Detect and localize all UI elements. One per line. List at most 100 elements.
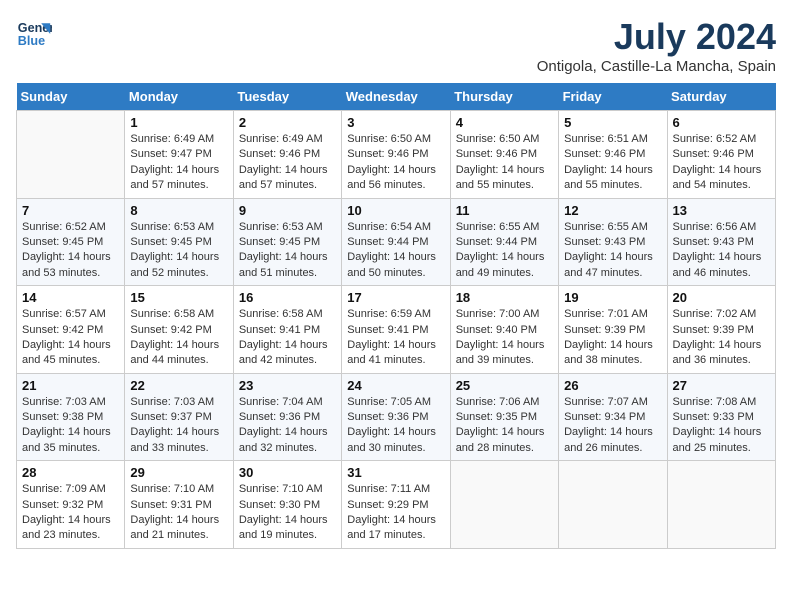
calendar-cell: 21 Sunrise: 7:03 AM Sunset: 9:38 PM Dayli… (17, 373, 125, 461)
calendar-cell: 31 Sunrise: 7:11 AM Sunset: 9:29 PM Dayli… (342, 461, 450, 549)
day-number: 26 (564, 378, 661, 393)
calendar-cell: 17Sunrise: 6:59 AM Sunset: 9:41 PM Dayli… (342, 286, 450, 374)
day-number: 19 (564, 290, 661, 305)
day-info: Sunrise: 7:03 AM Sunset: 9:38 PM Dayligh… (22, 395, 119, 457)
header-wednesday: Wednesday (342, 83, 450, 111)
day-info: Sunrise: 7:11 AM Sunset: 9:29 PM Dayligh… (347, 482, 444, 544)
day-info: Sunrise: 7:04 AM Sunset: 9:36 PM Dayligh… (239, 395, 336, 457)
svg-text:Blue: Blue (18, 34, 45, 48)
calendar-cell: 23 Sunrise: 7:04 AM Sunset: 9:36 PM Dayli… (233, 373, 341, 461)
calendar-header-row: SundayMondayTuesdayWednesdayThursdayFrid… (17, 83, 776, 111)
day-info: Sunrise: 6:49 AM Sunset: 9:47 PM Dayligh… (130, 132, 227, 194)
header-tuesday: Tuesday (233, 83, 341, 111)
calendar-cell: 30 Sunrise: 7:10 AM Sunset: 9:30 PM Dayli… (233, 461, 341, 549)
day-info: Sunrise: 6:59 AM Sunset: 9:41 PM Dayligh… (347, 307, 444, 369)
day-info: Sunrise: 6:52 AM Sunset: 9:46 PM Dayligh… (673, 132, 770, 194)
header-monday: Monday (125, 83, 233, 111)
day-number: 2 (239, 115, 336, 130)
day-info: Sunrise: 6:53 AM Sunset: 9:45 PM Dayligh… (239, 220, 336, 282)
week-row-5: 28 Sunrise: 7:09 AM Sunset: 9:32 PM Dayli… (17, 461, 776, 549)
day-info: Sunrise: 7:01 AM Sunset: 9:39 PM Dayligh… (564, 307, 661, 369)
day-number: 23 (239, 378, 336, 393)
day-number: 18 (456, 290, 553, 305)
calendar-cell: 26 Sunrise: 7:07 AM Sunset: 9:34 PM Dayli… (559, 373, 667, 461)
week-row-2: 7Sunrise: 6:52 AM Sunset: 9:45 PM Daylig… (17, 198, 776, 286)
calendar-body: 1 Sunrise: 6:49 AM Sunset: 9:47 PM Daylig… (17, 111, 776, 549)
header-friday: Friday (559, 83, 667, 111)
day-number: 5 (564, 115, 661, 130)
day-number: 20 (673, 290, 770, 305)
calendar-cell: 19 Sunrise: 7:01 AM Sunset: 9:39 PM Dayli… (559, 286, 667, 374)
week-row-4: 21 Sunrise: 7:03 AM Sunset: 9:38 PM Dayli… (17, 373, 776, 461)
calendar-cell (559, 461, 667, 549)
day-info: Sunrise: 6:51 AM Sunset: 9:46 PM Dayligh… (564, 132, 661, 194)
calendar-cell: 11 Sunrise: 6:55 AM Sunset: 9:44 PM Dayli… (450, 198, 558, 286)
calendar-cell: 5 Sunrise: 6:51 AM Sunset: 9:46 PM Daylig… (559, 111, 667, 199)
day-number: 8 (130, 203, 227, 218)
calendar-cell: 1 Sunrise: 6:49 AM Sunset: 9:47 PM Daylig… (125, 111, 233, 199)
day-number: 30 (239, 465, 336, 480)
calendar-cell: 3Sunrise: 6:50 AM Sunset: 9:46 PM Daylig… (342, 111, 450, 199)
day-info: Sunrise: 7:09 AM Sunset: 9:32 PM Dayligh… (22, 482, 119, 544)
day-info: Sunrise: 7:10 AM Sunset: 9:30 PM Dayligh… (239, 482, 336, 544)
calendar-cell: 10Sunrise: 6:54 AM Sunset: 9:44 PM Dayli… (342, 198, 450, 286)
day-number: 29 (130, 465, 227, 480)
calendar-cell: 7Sunrise: 6:52 AM Sunset: 9:45 PM Daylig… (17, 198, 125, 286)
calendar-cell: 18 Sunrise: 7:00 AM Sunset: 9:40 PM Dayli… (450, 286, 558, 374)
day-number: 1 (130, 115, 227, 130)
day-number: 31 (347, 465, 444, 480)
calendar-cell: 9 Sunrise: 6:53 AM Sunset: 9:45 PM Daylig… (233, 198, 341, 286)
logo: General Blue (16, 16, 52, 52)
day-number: 15 (130, 290, 227, 305)
day-number: 27 (673, 378, 770, 393)
logo-icon: General Blue (16, 16, 52, 52)
day-info: Sunrise: 6:58 AM Sunset: 9:41 PM Dayligh… (239, 307, 336, 369)
day-info: Sunrise: 6:49 AM Sunset: 9:46 PM Dayligh… (239, 132, 336, 194)
main-title: July 2024 (537, 16, 776, 58)
day-number: 13 (673, 203, 770, 218)
day-info: Sunrise: 7:00 AM Sunset: 9:40 PM Dayligh… (456, 307, 553, 369)
calendar-cell: 6Sunrise: 6:52 AM Sunset: 9:46 PM Daylig… (667, 111, 775, 199)
day-info: Sunrise: 7:06 AM Sunset: 9:35 PM Dayligh… (456, 395, 553, 457)
header-saturday: Saturday (667, 83, 775, 111)
calendar-cell: 13 Sunrise: 6:56 AM Sunset: 9:43 PM Dayli… (667, 198, 775, 286)
calendar-cell (450, 461, 558, 549)
calendar-cell: 8 Sunrise: 6:53 AM Sunset: 9:45 PM Daylig… (125, 198, 233, 286)
calendar-cell: 28 Sunrise: 7:09 AM Sunset: 9:32 PM Dayli… (17, 461, 125, 549)
day-info: Sunrise: 6:53 AM Sunset: 9:45 PM Dayligh… (130, 220, 227, 282)
day-info: Sunrise: 6:50 AM Sunset: 9:46 PM Dayligh… (456, 132, 553, 194)
calendar-cell (17, 111, 125, 199)
day-info: Sunrise: 7:10 AM Sunset: 9:31 PM Dayligh… (130, 482, 227, 544)
calendar-table: SundayMondayTuesdayWednesdayThursdayFrid… (16, 83, 776, 549)
day-info: Sunrise: 7:08 AM Sunset: 9:33 PM Dayligh… (673, 395, 770, 457)
calendar-cell: 25 Sunrise: 7:06 AM Sunset: 9:35 PM Dayli… (450, 373, 558, 461)
day-number: 21 (22, 378, 119, 393)
day-number: 22 (130, 378, 227, 393)
calendar-cell: 24Sunrise: 7:05 AM Sunset: 9:36 PM Dayli… (342, 373, 450, 461)
day-number: 9 (239, 203, 336, 218)
calendar-cell: 20 Sunrise: 7:02 AM Sunset: 9:39 PM Dayli… (667, 286, 775, 374)
header-sunday: Sunday (17, 83, 125, 111)
day-info: Sunrise: 7:02 AM Sunset: 9:39 PM Dayligh… (673, 307, 770, 369)
week-row-1: 1 Sunrise: 6:49 AM Sunset: 9:47 PM Daylig… (17, 111, 776, 199)
day-info: Sunrise: 6:54 AM Sunset: 9:44 PM Dayligh… (347, 220, 444, 282)
day-number: 16 (239, 290, 336, 305)
calendar-cell: 4 Sunrise: 6:50 AM Sunset: 9:46 PM Daylig… (450, 111, 558, 199)
calendar-cell: 15 Sunrise: 6:58 AM Sunset: 9:42 PM Dayli… (125, 286, 233, 374)
day-info: Sunrise: 6:55 AM Sunset: 9:43 PM Dayligh… (564, 220, 661, 282)
day-info: Sunrise: 6:58 AM Sunset: 9:42 PM Dayligh… (130, 307, 227, 369)
calendar-cell: 27 Sunrise: 7:08 AM Sunset: 9:33 PM Dayli… (667, 373, 775, 461)
header-thursday: Thursday (450, 83, 558, 111)
day-number: 25 (456, 378, 553, 393)
day-info: Sunrise: 6:50 AM Sunset: 9:46 PM Dayligh… (347, 132, 444, 194)
day-number: 4 (456, 115, 553, 130)
day-number: 28 (22, 465, 119, 480)
calendar-cell: 12Sunrise: 6:55 AM Sunset: 9:43 PM Dayli… (559, 198, 667, 286)
day-info: Sunrise: 7:07 AM Sunset: 9:34 PM Dayligh… (564, 395, 661, 457)
day-info: Sunrise: 6:56 AM Sunset: 9:43 PM Dayligh… (673, 220, 770, 282)
week-row-3: 14Sunrise: 6:57 AM Sunset: 9:42 PM Dayli… (17, 286, 776, 374)
day-info: Sunrise: 7:03 AM Sunset: 9:37 PM Dayligh… (130, 395, 227, 457)
day-info: Sunrise: 6:55 AM Sunset: 9:44 PM Dayligh… (456, 220, 553, 282)
day-info: Sunrise: 7:05 AM Sunset: 9:36 PM Dayligh… (347, 395, 444, 457)
day-number: 11 (456, 203, 553, 218)
